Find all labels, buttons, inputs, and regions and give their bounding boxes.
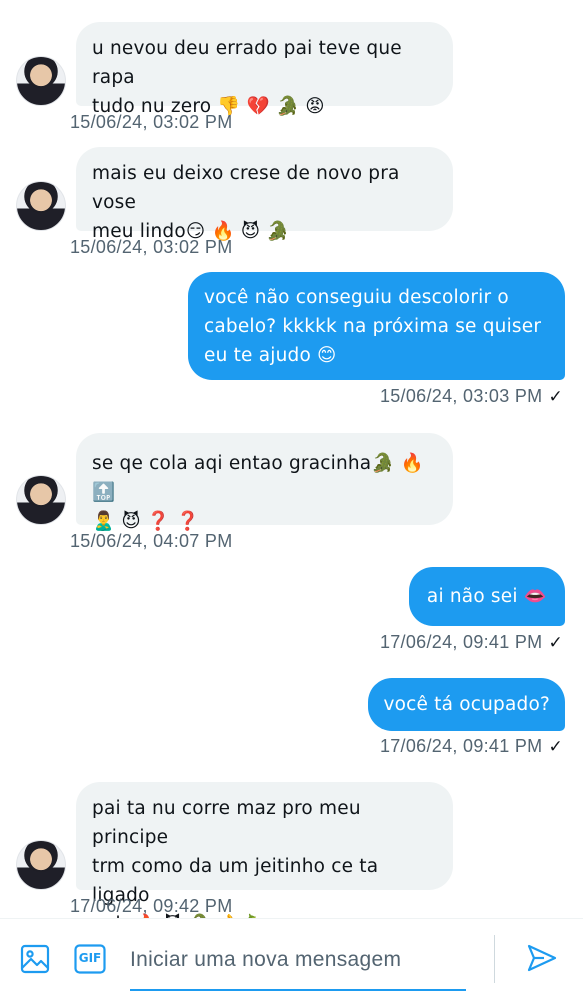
message-line: você tá ocupado?	[383, 694, 550, 715]
avatar[interactable]	[16, 475, 66, 525]
gif-label: GIF	[78, 951, 102, 965]
message-bubble-outgoing[interactable]: ai não sei 👄	[408, 567, 565, 626]
avatar[interactable]	[16, 840, 66, 890]
avatar[interactable]	[16, 181, 66, 231]
message-line: cabelo? kkkkk na próxima se quiser	[204, 316, 542, 337]
message-input[interactable]: Iniciar uma nova mensagem	[130, 945, 466, 991]
message-line: se qe cola aqi entao gracinha🐊 🔥 🔝	[92, 453, 424, 503]
image-icon[interactable]	[20, 944, 52, 976]
message-bubble-outgoing[interactable]: você tá ocupado?	[368, 678, 565, 731]
sent-check-icon: ✓	[548, 633, 563, 652]
send-icon[interactable]	[526, 942, 558, 974]
message-line: ai não sei 👄	[426, 586, 547, 607]
message-timestamp: 15/06/24, 04:07 PM	[70, 531, 233, 551]
message-timestamp: 15/06/24, 03:02 PM	[70, 237, 233, 257]
message-timestamp-row: 17/06/24, 09:41 PM ✓	[380, 736, 563, 757]
message-bubble-incoming[interactable]: mais eu deixo crese de novo pra vose meu…	[76, 147, 453, 242]
avatar[interactable]	[16, 56, 66, 106]
message-timestamp: 17/06/24, 09:42 PM	[70, 896, 233, 916]
message-bubble-incoming[interactable]: u nevou deu errado pai teve que rapa tud…	[76, 22, 453, 117]
message-line: você não conseguiu descolorir o	[204, 287, 509, 308]
message-input-placeholder: Iniciar uma nova mensagem	[130, 948, 402, 971]
message-timestamp: 15/06/24, 03:02 PM	[70, 112, 233, 132]
message-bubble-incoming[interactable]: pai ta nu corre maz pro meu principe trm…	[76, 782, 453, 935]
message-timestamp-row: 17/06/24, 09:41 PM ✓	[380, 632, 563, 653]
message-timestamp: 15/06/24, 03:03 PM	[379, 386, 543, 406]
message-timestamp: 17/06/24, 09:41 PM	[379, 736, 543, 756]
message-line: pai ta nu corre maz pro meu principe	[92, 798, 361, 848]
composer-divider	[494, 935, 495, 983]
message-bubble-incoming[interactable]: se qe cola aqi entao gracinha🐊 🔥 🔝 🙎‍♂️ …	[76, 433, 453, 532]
message-timestamp-row: 15/06/24, 03:03 PM ✓	[380, 386, 563, 407]
message-line: mais eu deixo crese de novo pra vose	[92, 163, 400, 213]
message-line: u nevou deu errado pai teve que rapa	[92, 38, 402, 88]
sent-check-icon: ✓	[548, 737, 563, 756]
sent-check-icon: ✓	[548, 387, 563, 406]
gif-button[interactable]: GIF	[74, 944, 106, 976]
message-timestamp: 17/06/24, 09:41 PM	[379, 632, 543, 652]
message-bubble-outgoing[interactable]: você não conseguiu descolorir o cabelo? …	[188, 272, 565, 380]
message-line: eu te ajudo 😊	[204, 345, 337, 366]
